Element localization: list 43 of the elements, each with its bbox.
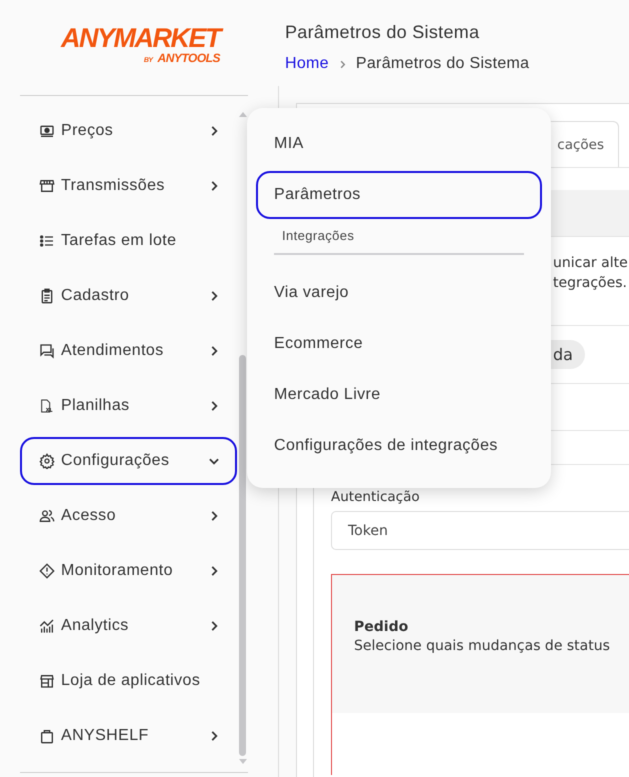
sidebar-item[interactable]: ANYSHELF: [20, 712, 237, 760]
users-icon: [39, 508, 55, 524]
authentication-select[interactable]: Token: [331, 511, 629, 550]
list-icon: [39, 233, 55, 249]
sidebar-item[interactable]: Configurações: [20, 437, 237, 485]
submenu-item[interactable]: MIA: [256, 120, 542, 168]
sidebar-item[interactable]: Cadastro: [20, 272, 237, 320]
status-chip: da: [549, 340, 585, 369]
page-title: Parâmetros do Sistema: [285, 22, 480, 43]
submenu-item[interactable]: Configurações de integrações: [256, 422, 542, 470]
sidebar-item[interactable]: Preços: [20, 107, 237, 155]
shopping-bag-icon: [39, 728, 55, 744]
spreadsheet-file-icon: [39, 398, 55, 414]
submenu-item[interactable]: Via varejo: [256, 269, 542, 317]
submenu-item[interactable]: Ecommerce: [256, 320, 542, 368]
sidebar-item[interactable]: Analytics: [20, 602, 237, 650]
sidebar-item[interactable]: Monitoramento: [20, 547, 237, 595]
sidebar-item[interactable]: Loja de aplicativos: [20, 657, 237, 705]
submenu-heading: Integrações: [274, 222, 524, 255]
sidebar-item[interactable]: Atendimentos: [20, 327, 237, 375]
clipboard-icon: [39, 288, 55, 304]
banknote-icon: [39, 123, 55, 139]
storefront-icon: [39, 178, 55, 194]
section-description: Selecione quais mudanças de status: [354, 638, 611, 654]
chat-icon: [39, 343, 55, 359]
breadcrumb-link[interactable]: Home: [285, 55, 329, 73]
submenu-item[interactable]: Parâmetros: [256, 171, 542, 219]
sidebar-item[interactable]: Transmissões: [20, 162, 237, 210]
warning-diamond-icon: [39, 563, 55, 579]
field-label: Autenticação: [331, 489, 421, 505]
chart-icon: [39, 618, 55, 634]
breadcrumb-current: Parâmetros do Sistema: [356, 55, 530, 73]
scroll-up-icon[interactable]: [238, 112, 246, 117]
sidebar-item[interactable]: Acesso: [20, 492, 237, 540]
description-text: tegrações.: [553, 274, 628, 293]
shop-icon: [39, 673, 55, 689]
settings-icon: [39, 453, 55, 469]
description-text: unicar alte: [553, 254, 629, 273]
sidebar-item[interactable]: Planilhas: [20, 382, 237, 430]
scroll-down-icon[interactable]: [238, 759, 246, 764]
sidebar-item[interactable]: Tarefas em lote: [20, 217, 237, 265]
section-title: Pedido: [354, 619, 410, 635]
submenu-item[interactable]: Mercado Livre: [256, 371, 542, 419]
